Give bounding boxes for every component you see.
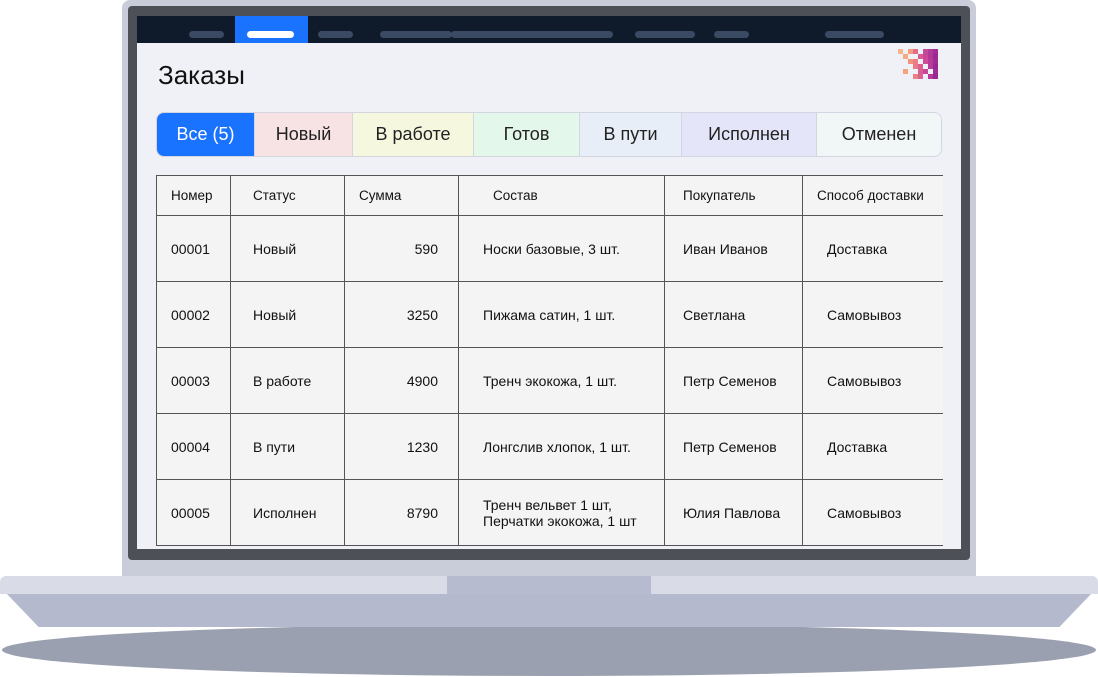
cell-number: 00004 bbox=[156, 413, 231, 480]
cell-buyer: Светлана bbox=[664, 281, 803, 348]
table-row[interactable]: 00002 Новый 3250 Пижама сатин, 1 шт. Све… bbox=[156, 281, 943, 348]
cell-status: Исполнен bbox=[230, 479, 345, 546]
cell-sum: 8790 bbox=[344, 479, 459, 546]
table-row[interactable]: 00001 Новый 590 Носки базовые, 3 шт. Ива… bbox=[156, 215, 943, 282]
cell-status: В работе bbox=[230, 347, 345, 414]
tab-completed[interactable]: Исполнен bbox=[682, 113, 817, 156]
cell-number: 00002 bbox=[156, 281, 231, 348]
tab-in-work[interactable]: В работе bbox=[353, 113, 474, 156]
cell-items: Лонгслив хлопок, 1 шт. bbox=[458, 413, 665, 480]
column-header-delivery[interactable]: Способ доставки bbox=[802, 175, 943, 216]
status-filter-tabs: Все (5) Новый В работе Готов В пути Испо… bbox=[156, 112, 942, 157]
laptop-base bbox=[6, 593, 1092, 627]
cell-buyer: Петр Семенов bbox=[664, 413, 803, 480]
logo-icon bbox=[898, 49, 938, 79]
tab-on-the-way[interactable]: В пути bbox=[580, 113, 682, 156]
cell-status: В пути bbox=[230, 413, 345, 480]
cell-delivery: Доставка bbox=[802, 215, 943, 282]
nav-item-2[interactable] bbox=[247, 31, 294, 38]
cell-sum: 4900 bbox=[344, 347, 459, 414]
cell-number: 00003 bbox=[156, 347, 231, 414]
cell-delivery: Самовывоз bbox=[802, 281, 943, 348]
nav-item-active[interactable] bbox=[235, 16, 308, 43]
cell-delivery: Самовывоз bbox=[802, 347, 943, 414]
nav-item-7[interactable] bbox=[635, 31, 695, 38]
table-header-row: Номер Статус Сумма Состав Покупатель Спо… bbox=[156, 175, 943, 216]
tab-new[interactable]: Новый bbox=[255, 113, 353, 156]
column-header-buyer[interactable]: Покупатель bbox=[664, 175, 803, 216]
column-header-sum[interactable]: Сумма bbox=[344, 175, 459, 216]
laptop-shadow bbox=[2, 624, 1096, 676]
table-row[interactable]: 00005 Исполнен 8790 Тренч вельвет 1 шт, … bbox=[156, 479, 943, 546]
cell-delivery: Доставка bbox=[802, 413, 943, 480]
nav-item-5[interactable] bbox=[451, 31, 558, 38]
top-nav bbox=[137, 16, 961, 43]
cell-number: 00001 bbox=[156, 215, 231, 282]
column-header-status[interactable]: Статус bbox=[230, 175, 345, 216]
cell-status: Новый bbox=[230, 215, 345, 282]
cell-sum: 3250 bbox=[344, 281, 459, 348]
tab-all[interactable]: Все (5) bbox=[157, 113, 255, 156]
nav-item-3[interactable] bbox=[318, 31, 353, 38]
cell-buyer: Петр Семенов bbox=[664, 347, 803, 414]
tab-ready[interactable]: Готов bbox=[474, 113, 580, 156]
table-row[interactable]: 00003 В работе 4900 Тренч экокожа, 1 шт.… bbox=[156, 347, 943, 414]
orders-table: Номер Статус Сумма Состав Покупатель Спо… bbox=[156, 175, 943, 546]
cell-number: 00005 bbox=[156, 479, 231, 546]
nav-item-8[interactable] bbox=[714, 31, 749, 38]
cell-buyer: Юлия Павлова bbox=[664, 479, 803, 546]
cell-items: Носки базовые, 3 шт. bbox=[458, 215, 665, 282]
cell-items: Тренч вельвет 1 шт, Перчатки экокожа, 1 … bbox=[458, 479, 665, 546]
orders-table-container: Номер Статус Сумма Состав Покупатель Спо… bbox=[156, 175, 943, 549]
cell-status: Новый bbox=[230, 281, 345, 348]
cell-items: Пижама сатин, 1 шт. bbox=[458, 281, 665, 348]
cell-items: Тренч экокожа, 1 шт. bbox=[458, 347, 665, 414]
app-screen: Заказы Все (5) Новый В работе Готов В пу… bbox=[137, 16, 961, 549]
nav-item-profile[interactable] bbox=[825, 31, 884, 38]
page-title: Заказы bbox=[158, 60, 245, 90]
laptop-notch bbox=[447, 576, 651, 594]
table-row[interactable]: 00004 В пути 1230 Лонгслив хлопок, 1 шт.… bbox=[156, 413, 943, 480]
cell-sum: 590 bbox=[344, 215, 459, 282]
cell-buyer: Иван Иванов bbox=[664, 215, 803, 282]
column-header-number[interactable]: Номер bbox=[156, 175, 231, 216]
nav-item-4[interactable] bbox=[380, 31, 452, 38]
cell-sum: 1230 bbox=[344, 413, 459, 480]
nav-item-6[interactable] bbox=[552, 31, 613, 38]
nav-item-1[interactable] bbox=[189, 31, 224, 38]
cell-delivery: Самовывоз bbox=[802, 479, 943, 546]
column-header-items[interactable]: Состав bbox=[458, 175, 665, 216]
tab-cancelled[interactable]: Отменен bbox=[817, 113, 941, 156]
